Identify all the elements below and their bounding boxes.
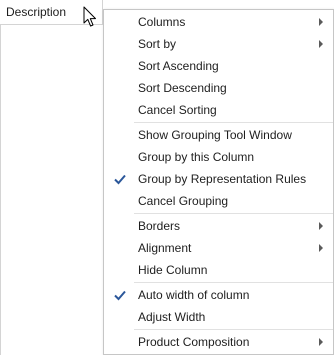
menu-item-show-grouping-tool-window[interactable]: Show Grouping Tool Window — [104, 124, 333, 146]
menu-item-label: Cancel Sorting — [138, 103, 217, 117]
menu-item-label: Group by this Column — [138, 150, 255, 164]
menu-item-group-by-this-column[interactable]: Group by this Column — [104, 146, 333, 168]
mouse-pointer-icon — [83, 6, 96, 27]
menu-item-label: Group by Representation Rules — [138, 172, 307, 186]
menu-item-cancel-sorting[interactable]: Cancel Sorting — [104, 99, 333, 121]
menu-item-borders[interactable]: Borders — [104, 215, 333, 237]
menu-item-cancel-grouping[interactable]: Cancel Grouping — [104, 190, 333, 212]
menu-item-label: Columns — [138, 15, 186, 29]
menu-item-label: Cancel Grouping — [138, 194, 229, 208]
chevron-right-icon — [319, 222, 323, 230]
menu-separator — [134, 213, 333, 214]
menu-item-sort-descending[interactable]: Sort Descending — [104, 77, 333, 99]
chevron-right-icon — [319, 40, 323, 48]
menu-item-auto-width-of-column[interactable]: Auto width of column — [104, 284, 333, 306]
menu-item-label: Borders — [138, 219, 181, 233]
menu-item-label: Product Composition — [138, 335, 250, 349]
context-menu: Columns Sort by Sort Ascending Sort Desc… — [103, 9, 334, 355]
chevron-right-icon — [319, 244, 323, 252]
menu-item-label: Sort Descending — [138, 81, 227, 95]
menu-item-label: Adjust Width — [138, 310, 206, 324]
menu-item-label: Hide Column — [138, 263, 208, 277]
chevron-right-icon — [319, 18, 323, 26]
menu-item-label: Auto width of column — [138, 288, 250, 302]
menu-item-product-composition[interactable]: Product Composition — [104, 331, 333, 353]
menu-separator — [134, 282, 333, 283]
menu-item-label: Sort by — [138, 37, 177, 51]
checkmark-icon — [114, 290, 126, 301]
menu-separator — [134, 329, 333, 330]
menu-item-columns[interactable]: Columns — [104, 11, 333, 33]
menu-item-sort-ascending[interactable]: Sort Ascending — [104, 55, 333, 77]
menu-item-sort-by[interactable]: Sort by — [104, 33, 333, 55]
menu-item-label: Alignment — [138, 241, 192, 255]
grid-context-menu-screen: Description Columns Sort by Sort Ascendi… — [0, 0, 334, 355]
menu-item-adjust-width[interactable]: Adjust Width — [104, 306, 333, 328]
menu-item-group-by-representation-rules[interactable]: Group by Representation Rules — [104, 168, 333, 190]
menu-item-label: Show Grouping Tool Window — [138, 128, 292, 142]
menu-item-alignment[interactable]: Alignment — [104, 237, 333, 259]
menu-item-hide-column[interactable]: Hide Column — [104, 259, 333, 281]
column-header-label: Description — [6, 5, 67, 19]
menu-separator — [134, 122, 333, 123]
chevron-right-icon — [319, 338, 323, 346]
grid-left-border — [0, 25, 1, 355]
menu-item-label: Sort Ascending — [138, 59, 219, 73]
checkmark-icon — [114, 174, 126, 185]
